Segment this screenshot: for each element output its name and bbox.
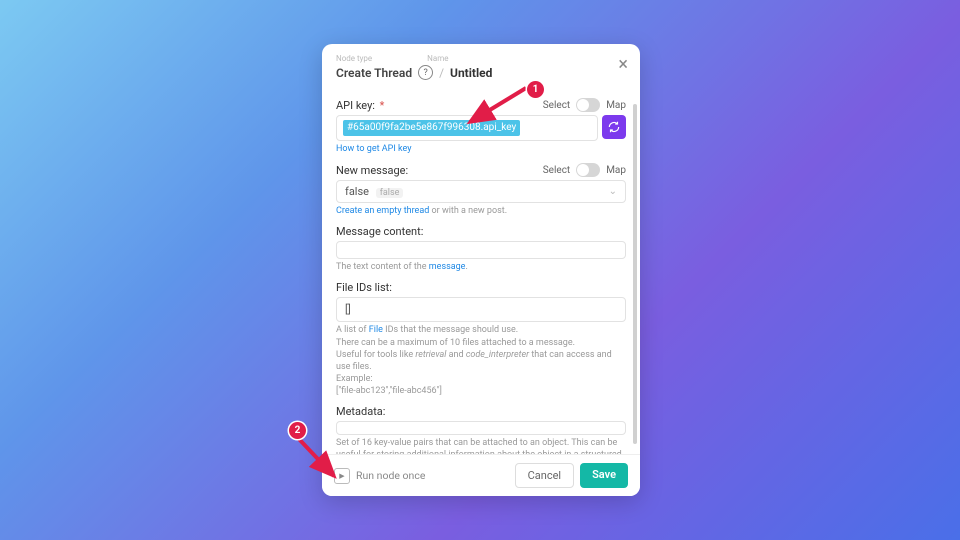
toggle-map-label: Map [606, 100, 626, 111]
api-key-label: API key: [336, 99, 375, 112]
file-ids-row: File IDs list: [336, 281, 626, 294]
cancel-button[interactable]: Cancel [515, 463, 574, 488]
node-editor-modal: Node type Name Create Thread ? / Untitle… [322, 44, 640, 496]
modal-footer: ▶ Run node once Cancel Save [322, 454, 640, 496]
run-node-once-button[interactable]: ▶ Run node once [334, 468, 425, 484]
how-to-api-key-link[interactable]: How to get API key [336, 144, 411, 154]
node-type: Create Thread [336, 66, 412, 80]
metadata-input[interactable] [336, 421, 626, 435]
annotation-badge-1: 1 [527, 81, 544, 98]
message-content-help: The text content of the message. [336, 261, 626, 273]
modal-body: API key: * Select Map #65a00f9fa2be5e867… [322, 86, 640, 454]
play-icon: ▶ [334, 468, 350, 484]
chevron-down-icon: ⌄ [609, 186, 617, 197]
api-key-row: API key: * Select Map [336, 98, 626, 112]
modal-header: Node type Name Create Thread ? / Untitle… [322, 44, 640, 86]
file-ids-input[interactable]: [] [336, 297, 626, 322]
new-message-label: New message: [336, 164, 408, 177]
breadcrumb: Create Thread ? / Untitled [336, 65, 626, 80]
annotation-badge-2: 2 [289, 422, 306, 439]
new-message-value: false [345, 185, 369, 198]
crumb-label-type: Node type [336, 54, 372, 63]
file-ids-help: A list of File IDs that the message shou… [336, 324, 626, 397]
refresh-icon [607, 120, 621, 134]
message-content-row: Message content: [336, 225, 626, 238]
run-node-once-label: Run node once [356, 469, 425, 482]
new-message-row: New message: Select Map [336, 163, 626, 177]
metadata-label: Metadata: [336, 405, 385, 418]
save-button[interactable]: Save [580, 463, 628, 488]
new-message-select[interactable]: false false ⌄ [336, 180, 626, 203]
metadata-row: Metadata: [336, 405, 626, 418]
toggle-select-label: Select [543, 100, 570, 111]
api-key-chip: #65a00f9fa2be5e867f996308.api_key [343, 120, 520, 136]
metadata-help: Set of 16 key-value pairs that can be at… [336, 437, 626, 454]
crumb-label-name: Name [427, 54, 448, 63]
api-key-toggle[interactable] [576, 98, 600, 112]
node-name[interactable]: Untitled [450, 66, 492, 80]
breadcrumb-sep: / [439, 66, 444, 80]
required-asterisk: * [380, 99, 385, 112]
message-content-label: Message content: [336, 225, 423, 238]
help-icon[interactable]: ? [418, 65, 433, 80]
refresh-button[interactable] [602, 115, 626, 139]
scrollbar-thumb[interactable] [633, 104, 637, 444]
new-message-toggle[interactable] [576, 163, 600, 177]
new-message-help: Create an empty thread or with a new pos… [336, 205, 626, 217]
api-key-input[interactable]: #65a00f9fa2be5e867f996308.api_key [336, 115, 598, 141]
close-icon[interactable]: × [618, 58, 628, 72]
new-message-type-tag: false [376, 188, 404, 198]
file-ids-label: File IDs list: [336, 281, 392, 294]
message-content-input[interactable] [336, 241, 626, 259]
